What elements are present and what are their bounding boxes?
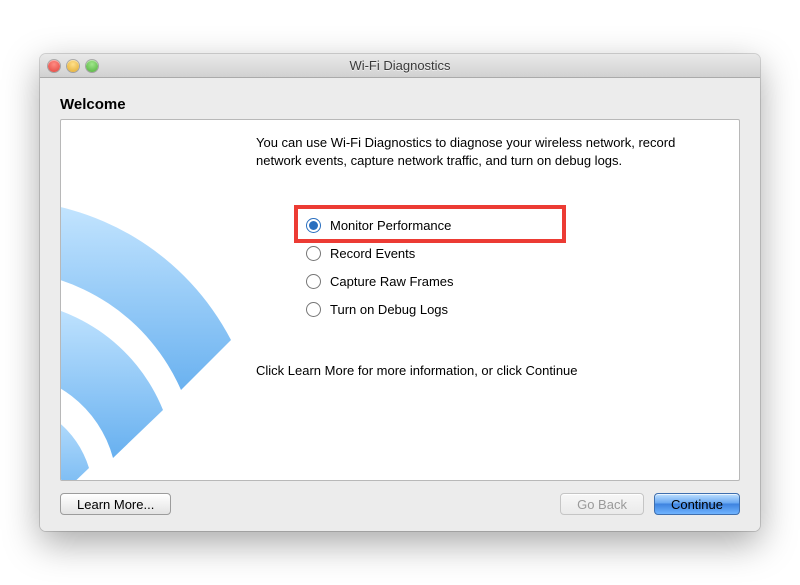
radio-label: Turn on Debug Logs bbox=[330, 302, 448, 317]
zoom-icon[interactable] bbox=[86, 60, 98, 72]
window: Wi-Fi Diagnostics Welcome bbox=[40, 54, 760, 531]
learn-more-button[interactable]: Learn More... bbox=[60, 493, 171, 515]
radio-input[interactable] bbox=[306, 302, 321, 317]
radio-input[interactable] bbox=[306, 218, 321, 233]
minimize-icon[interactable] bbox=[67, 60, 79, 72]
radio-label: Monitor Performance bbox=[330, 218, 451, 233]
button-row: Learn More... Go Back Continue bbox=[60, 493, 740, 515]
go-back-button: Go Back bbox=[560, 493, 644, 515]
options-group: Monitor Performance Record Events Capture … bbox=[306, 211, 719, 323]
radio-option[interactable]: Capture Raw Frames bbox=[306, 267, 719, 295]
radio-input[interactable] bbox=[306, 274, 321, 289]
radio-input[interactable] bbox=[306, 246, 321, 261]
continue-button[interactable]: Continue bbox=[654, 493, 740, 515]
window-body: Welcome You can use Wi-Fi Diagnostic bbox=[40, 78, 760, 531]
radio-label: Capture Raw Frames bbox=[330, 274, 454, 289]
hint-text: Click Learn More for more information, o… bbox=[256, 363, 719, 378]
description-text: You can use Wi-Fi Diagnostics to diagnos… bbox=[256, 134, 719, 169]
radio-label: Record Events bbox=[330, 246, 415, 261]
wifi-icon bbox=[60, 200, 231, 481]
titlebar[interactable]: Wi-Fi Diagnostics bbox=[40, 54, 760, 78]
page-title: Welcome bbox=[60, 96, 740, 113]
content-area: You can use Wi-Fi Diagnostics to diagnos… bbox=[256, 134, 719, 466]
close-icon[interactable] bbox=[48, 60, 60, 72]
radio-option[interactable]: Monitor Performance bbox=[306, 211, 719, 239]
window-title: Wi-Fi Diagnostics bbox=[40, 58, 760, 73]
main-panel: You can use Wi-Fi Diagnostics to diagnos… bbox=[60, 119, 740, 481]
radio-option[interactable]: Turn on Debug Logs bbox=[306, 295, 719, 323]
traffic-lights bbox=[40, 60, 98, 72]
radio-option[interactable]: Record Events bbox=[306, 239, 719, 267]
